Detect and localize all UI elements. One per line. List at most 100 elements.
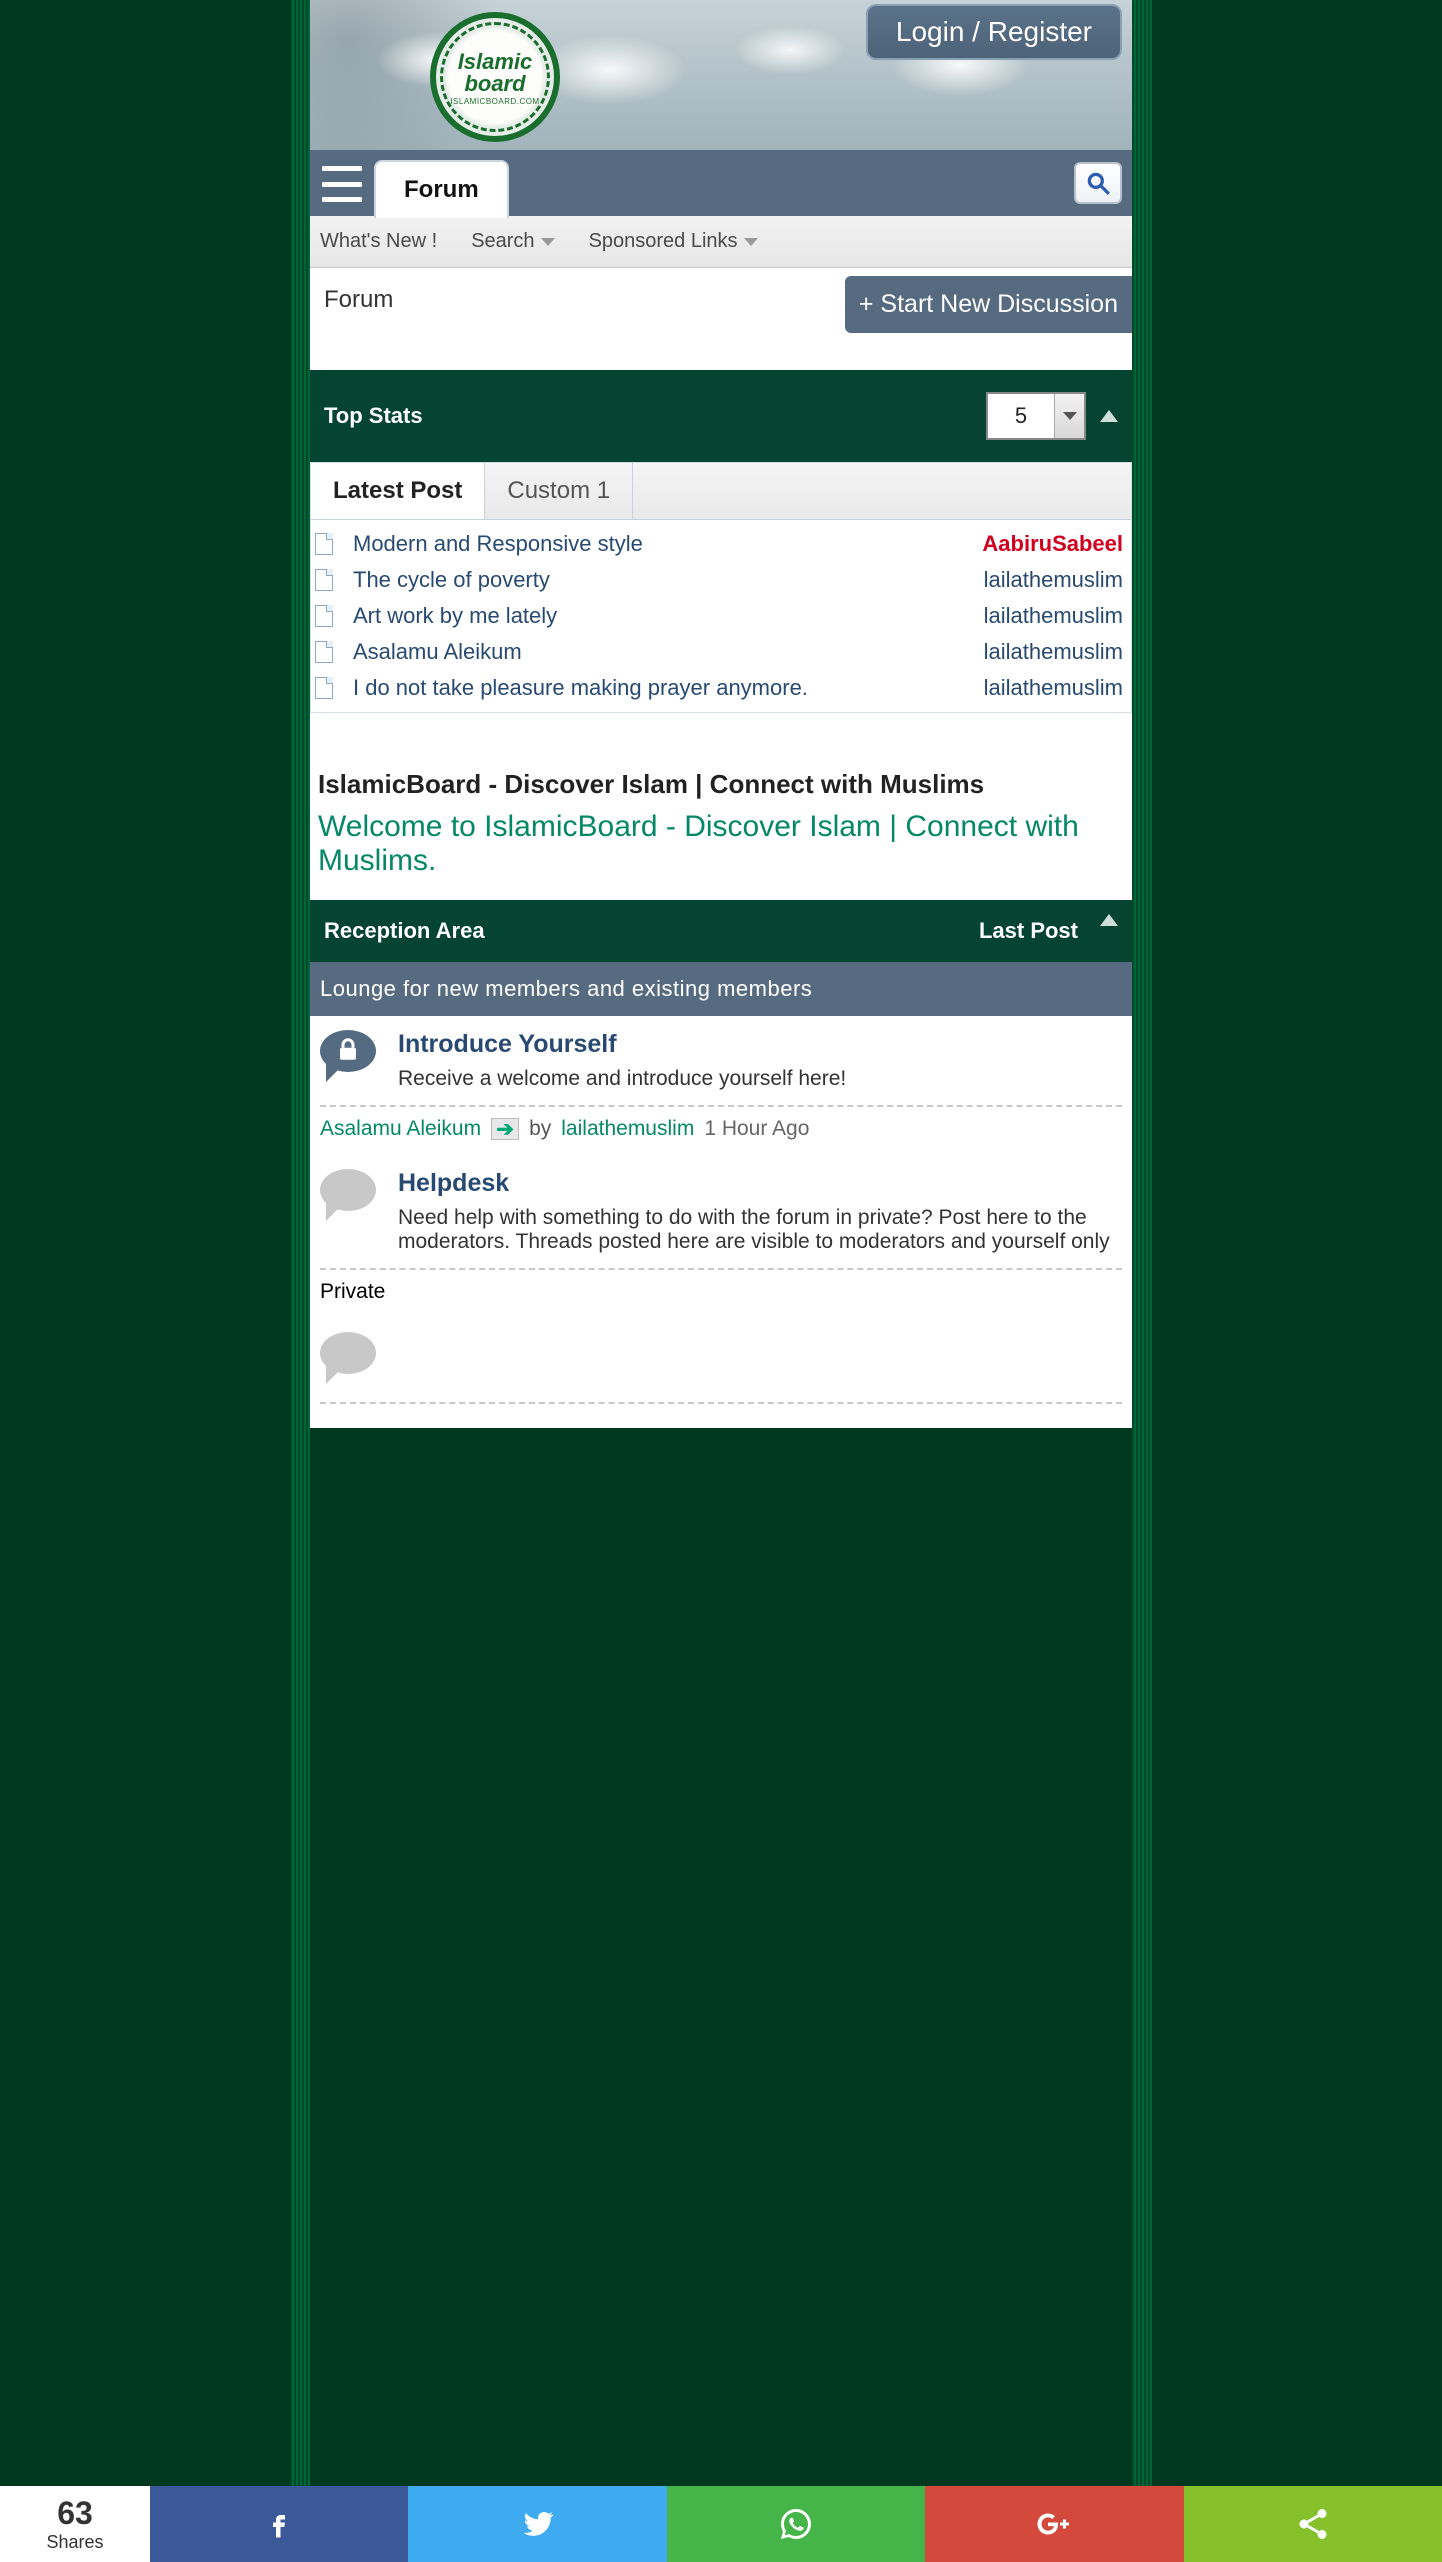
twitter-icon (520, 2506, 556, 2542)
tab-latest-post[interactable]: Latest Post (311, 463, 485, 519)
topstats-count-select[interactable]: 5 (986, 392, 1086, 440)
forum-last-meta: Asalamu Aleikum ➔ by lailathemuslim 1 Hour A… (320, 1105, 1122, 1155)
login-register-button[interactable]: Login / Register (866, 4, 1122, 60)
forum-description: Need help with something to do with the … (398, 1206, 1122, 1254)
tab-forum[interactable]: Forum (374, 160, 509, 218)
side-stripe-right (1132, 0, 1152, 2562)
forum-private-label: Private (320, 1280, 385, 1304)
file-icon (315, 569, 333, 591)
forum-item (310, 1318, 1132, 1428)
topstats-list: Modern and Responsive styleAabiruSabeelT… (311, 520, 1131, 712)
section-lastpost-label: Last Post (979, 918, 1078, 944)
share-more-button[interactable] (1184, 2486, 1442, 2562)
subnav-sponsored-label: Sponsored Links (589, 230, 738, 253)
subnav-whatsnew[interactable]: What's New ! (320, 230, 437, 253)
forum-icon (320, 1169, 382, 1225)
subnav-search-label: Search (471, 230, 534, 253)
forum-description: Receive a welcome and introduce yourself… (398, 1067, 1122, 1091)
topstats-row: Asalamu Aleikumlailathemuslim (315, 634, 1123, 670)
forum-icon (320, 1332, 382, 1388)
topstats-user-link[interactable]: AabiruSabeel (982, 531, 1123, 557)
site-logo[interactable]: Islamic board ISLAMICBOARD.COM (430, 12, 560, 142)
facebook-icon (261, 2506, 297, 2542)
forum-bubble-icon (320, 1332, 376, 1374)
share-count: 63 Shares (0, 2486, 150, 2562)
file-icon (315, 605, 333, 627)
topstats-thread-link[interactable]: I do not take pleasure making prayer any… (353, 675, 984, 701)
collapse-icon[interactable] (1100, 410, 1118, 422)
topstats-row: Modern and Responsive styleAabiruSabeel (315, 526, 1123, 562)
share-count-number: 63 (57, 2495, 93, 2532)
whatsapp-icon (778, 2506, 814, 2542)
by-label: by (529, 1117, 551, 1141)
subnav-search[interactable]: Search (471, 230, 554, 253)
forum-lock-icon (320, 1030, 376, 1072)
topstats-user-link[interactable]: lailathemuslim (984, 567, 1123, 593)
forum-item: Introduce Yourself Receive a welcome and … (310, 1016, 1132, 1155)
collapse-icon[interactable] (1100, 914, 1118, 926)
chevron-down-icon (744, 238, 758, 246)
forum-title-link[interactable]: Introduce Yourself (398, 1030, 1122, 1059)
section-header: Reception Area Last Post (310, 900, 1132, 962)
forum-item: Helpdesk Need help with something to do w… (310, 1155, 1132, 1318)
topstats-count-value: 5 (988, 403, 1054, 429)
forum-last-meta: Private (320, 1268, 1122, 1318)
forum-last-time: 1 Hour Ago (704, 1117, 809, 1141)
sub-navbar: What's New ! Search Sponsored Links (310, 216, 1132, 268)
topstats-thread-link[interactable]: The cycle of poverty (353, 567, 984, 593)
topstats-row: Art work by me latelylailathemuslim (315, 598, 1123, 634)
forum-last-user-link[interactable]: lailathemuslim (561, 1117, 694, 1141)
topstats-title: Top Stats (324, 403, 423, 429)
section-name-link[interactable]: Reception Area (324, 918, 485, 944)
share-twitter-button[interactable] (408, 2486, 666, 2562)
breadcrumb-bar: Forum + Start New Discussion (310, 268, 1132, 370)
board-welcome-link[interactable]: Welcome to IslamicBoard - Discover Islam… (318, 810, 1124, 878)
main-navbar: Forum (310, 150, 1132, 216)
share-bar: 63 Shares (0, 2486, 1442, 2562)
search-button[interactable] (1074, 162, 1122, 204)
forum-last-meta (320, 1402, 1122, 1428)
tab-custom-1[interactable]: Custom 1 (485, 463, 633, 519)
forum-title-link[interactable]: Helpdesk (398, 1169, 1122, 1198)
breadcrumb[interactable]: Forum (324, 286, 393, 313)
topstats-thread-link[interactable]: Art work by me lately (353, 603, 984, 629)
forum-list: Introduce Yourself Receive a welcome and … (310, 1016, 1132, 1428)
chevron-down-icon[interactable] (1054, 394, 1084, 438)
logo-sub: ISLAMICBOARD.COM (450, 97, 539, 106)
start-new-discussion-button[interactable]: + Start New Discussion (845, 276, 1132, 333)
subnav-whatsnew-label: What's New ! (320, 230, 437, 253)
topstats-header: Top Stats 5 (310, 370, 1132, 462)
logo-line2: board (464, 71, 525, 97)
share-icon (1295, 2506, 1331, 2542)
topstats-thread-link[interactable]: Asalamu Aleikum (353, 639, 984, 665)
section-subtitle: Lounge for new members and existing memb… (310, 962, 1132, 1016)
side-stripe-left (290, 0, 310, 2562)
forum-last-thread-link[interactable]: Asalamu Aleikum (320, 1117, 481, 1141)
topstats-tabs: Latest Post Custom 1 (311, 463, 1131, 520)
logo-line1: Islamic (458, 49, 533, 75)
share-facebook-button[interactable] (150, 2486, 408, 2562)
file-icon (315, 641, 333, 663)
board-title: IslamicBoard - Discover Islam | Connect … (318, 769, 1124, 800)
board-intro: IslamicBoard - Discover Islam | Connect … (310, 713, 1132, 900)
file-icon (315, 533, 333, 555)
goto-last-icon[interactable]: ➔ (491, 1118, 519, 1140)
forum-bubble-icon (320, 1169, 376, 1211)
topstats-panel: Latest Post Custom 1 Modern and Responsi… (310, 462, 1132, 713)
share-whatsapp-button[interactable] (667, 2486, 925, 2562)
topstats-thread-link[interactable]: Modern and Responsive style (353, 531, 982, 557)
menu-icon[interactable] (322, 166, 362, 202)
file-icon (315, 677, 333, 699)
subnav-sponsored[interactable]: Sponsored Links (589, 230, 758, 253)
topstats-user-link[interactable]: lailathemuslim (984, 675, 1123, 701)
topstats-user-link[interactable]: lailathemuslim (984, 639, 1123, 665)
topstats-row: The cycle of povertylailathemuslim (315, 562, 1123, 598)
topstats-row: I do not take pleasure making prayer any… (315, 670, 1123, 706)
share-count-label: Shares (46, 2532, 103, 2553)
googleplus-icon (1036, 2506, 1072, 2542)
share-googleplus-button[interactable] (925, 2486, 1183, 2562)
search-icon (1085, 170, 1111, 196)
forum-icon (320, 1030, 382, 1086)
chevron-down-icon (541, 238, 555, 246)
topstats-user-link[interactable]: lailathemuslim (984, 603, 1123, 629)
